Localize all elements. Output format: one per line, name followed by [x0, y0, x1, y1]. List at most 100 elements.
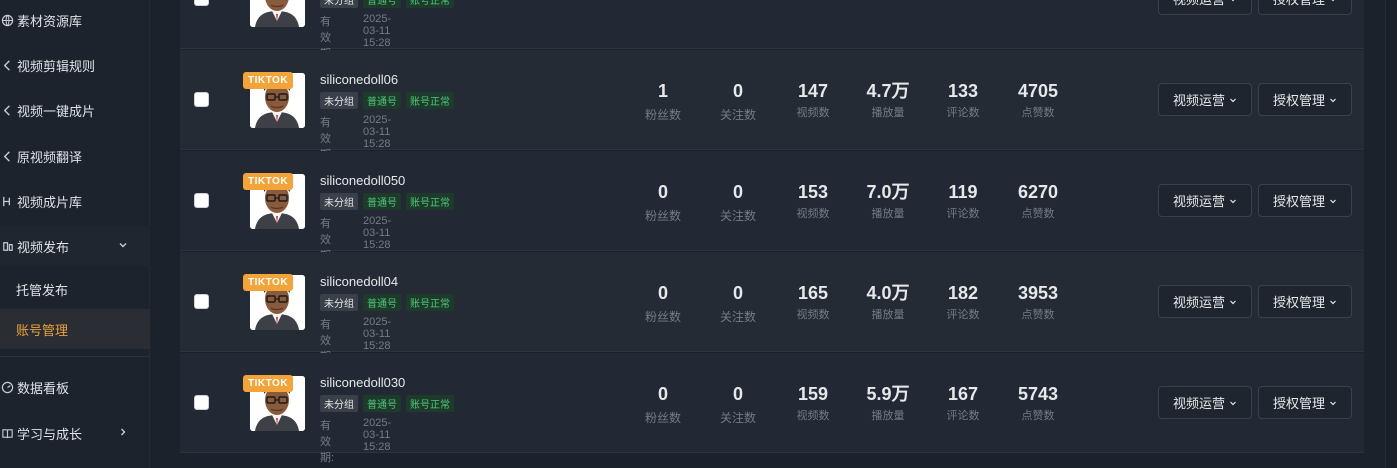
sidebar: 素材资源库 视频剪辑规则 视频一键成片 原视频翻译 视频成片库 视频发布 托管发… — [0, 0, 150, 468]
stat-videos: 159 视频数 — [778, 383, 848, 423]
tag-list: 未分组 普通号 账号正常 — [320, 0, 454, 8]
sidebar-item-material-library[interactable]: 素材资源库 — [0, 0, 150, 40]
stat-followers-label: 粉丝数 — [644, 310, 681, 324]
stat-followers: 0 粉丝数 — [628, 181, 698, 224]
sidebar-item-label: 视频剪辑规则 — [17, 58, 96, 74]
stat-likes-value: 6270 — [1017, 182, 1059, 202]
stat-videos: 153 视频数 — [778, 181, 848, 221]
account-type-tag: 普通号 — [363, 0, 401, 8]
stat-comments: 182 评论数 — [928, 282, 998, 322]
chevron-down-icon — [1229, 96, 1237, 104]
account-name[interactable]: siliconedoll050 — [320, 173, 405, 188]
video-ops-button[interactable]: 视频运营 — [1158, 0, 1253, 15]
auth-management-button[interactable]: 授权管理 — [1258, 285, 1353, 318]
auth-management-button[interactable]: 授权管理 — [1258, 184, 1353, 217]
video-ops-button[interactable]: 视频运营 — [1158, 83, 1253, 116]
auth-management-button-label: 授权管理 — [1273, 93, 1326, 108]
stat-videos-value: 159 — [797, 384, 829, 404]
auth-management-button[interactable]: 授权管理 — [1258, 386, 1353, 419]
tag-list: 未分组 普通号 账号正常 — [320, 193, 454, 210]
book-icon — [0, 426, 14, 440]
stat-following-value: 0 — [732, 182, 743, 202]
stat-comments-value: 133 — [947, 81, 979, 101]
chevron-down-icon — [116, 238, 130, 252]
stat-comments-label: 评论数 — [946, 107, 980, 119]
group-tag: 未分组 — [320, 294, 358, 311]
chevron-down-icon — [1329, 96, 1337, 104]
status-badge: 账号正常 — [406, 92, 454, 109]
auth-management-button-label: 授权管理 — [1273, 396, 1326, 411]
auth-management-button-label: 授权管理 — [1273, 0, 1325, 8]
stat-plays: 5.9万 播放量 — [853, 383, 923, 423]
chevron-down-icon — [1329, 0, 1337, 3]
sidebar-item-translate[interactable]: 原视频翻译 — [0, 136, 150, 176]
video-ops-button[interactable]: 视频运营 — [1158, 285, 1253, 318]
status-badge: 账号正常 — [406, 0, 454, 8]
group-tag: 未分组 — [320, 0, 358, 8]
stat-plays-label: 播放量 — [871, 107, 905, 119]
tag-list: 未分组 普通号 账号正常 — [320, 395, 454, 412]
chevron-down-icon — [1329, 298, 1337, 306]
dashboard-icon — [0, 380, 14, 394]
chevron-down-icon — [1229, 399, 1237, 407]
sidebar-item-video-library[interactable]: 视频成片库 — [0, 181, 150, 221]
table-row: TIKTOK未分组普通号账号正常有效期:2025-03-11 15:28粉丝数关… — [180, 0, 1364, 60]
auth-management-button[interactable]: 授权管理 — [1258, 83, 1353, 116]
group-tag: 未分组 — [320, 92, 358, 109]
stat-followers-value: 0 — [657, 283, 668, 303]
stat-likes-value: 5743 — [1017, 384, 1059, 404]
row-checkbox[interactable] — [194, 0, 209, 6]
sidebar-item-one-click[interactable]: 视频一键成片 — [0, 90, 150, 130]
account-name[interactable]: siliconedoll030 — [320, 375, 405, 390]
row-checkbox[interactable] — [194, 193, 209, 208]
sidebar-item-dashboard[interactable]: 数据看板 — [0, 367, 150, 407]
row-checkbox[interactable] — [194, 92, 209, 107]
stat-plays: 7.0万 播放量 — [853, 181, 923, 221]
sidebar-item-video-publish[interactable]: 视频发布 — [0, 226, 150, 266]
chevron-right-icon — [116, 425, 130, 439]
stat-videos-label: 视频数 — [796, 309, 830, 321]
account-name[interactable]: siliconedoll04 — [320, 274, 398, 289]
stat-likes-label: 点赞数 — [1021, 309, 1055, 321]
sidebar-item-learning[interactable]: 学习与成长 — [0, 413, 150, 453]
tag-list: 未分组 普通号 账号正常 — [320, 92, 454, 109]
stat-followers-value: 0 — [657, 384, 668, 404]
stat-followers-value: 1 — [657, 81, 668, 101]
row-checkbox[interactable] — [194, 395, 209, 410]
library-icon — [0, 194, 14, 208]
stat-following-label: 关注数 — [719, 310, 756, 324]
publish-icon — [0, 239, 14, 253]
stat-comments-value: 119 — [948, 182, 978, 202]
sidebar-subitem-account-management[interactable]: 账号管理 — [0, 309, 150, 349]
sidebar-subitem-hosted-publish[interactable]: 托管发布 — [0, 269, 150, 309]
stat-following-label: 关注数 — [719, 209, 756, 223]
sidebar-item-label: 素材资源库 — [17, 13, 83, 29]
stat-likes-label: 点赞数 — [1021, 107, 1055, 119]
stat-following-value: 0 — [732, 384, 743, 404]
stat-followers: 0 粉丝数 — [628, 282, 698, 325]
stat-comments: 167 评论数 — [928, 383, 998, 423]
stat-following-label: 关注数 — [719, 411, 756, 425]
auth-management-button-label: 授权管理 — [1273, 295, 1326, 310]
account-type-tag: 普通号 — [363, 193, 401, 210]
sidebar-item-label: 视频成片库 — [17, 194, 83, 210]
video-ops-button[interactable]: 视频运营 — [1158, 386, 1253, 419]
avatar[interactable] — [250, 0, 305, 27]
stat-videos-value: 153 — [797, 182, 829, 202]
stat-comments-label: 评论数 — [946, 410, 980, 422]
chevron-down-icon — [1329, 399, 1337, 407]
video-ops-button[interactable]: 视频运营 — [1158, 184, 1253, 217]
stat-plays-label: 播放量 — [871, 309, 905, 321]
stat-videos: 147 视频数 — [778, 80, 848, 120]
sidebar-item-edit-rules[interactable]: 视频剪辑规则 — [0, 45, 150, 85]
table-row: TIKTOKsiliconedoll050未分组普通号账号正常有效期:2025-… — [180, 151, 1364, 262]
row-checkbox[interactable] — [194, 294, 209, 309]
stat-likes: 3953 点赞数 — [1003, 282, 1073, 322]
stat-comments-label: 评论数 — [946, 309, 980, 321]
stat-plays: 4.7万 播放量 — [853, 80, 923, 120]
scrollbar[interactable] — [1385, 0, 1397, 468]
auth-management-button[interactable]: 授权管理 — [1258, 0, 1353, 15]
scissors-icon — [0, 103, 14, 117]
divider — [0, 356, 150, 357]
account-name[interactable]: siliconedoll06 — [320, 72, 398, 87]
